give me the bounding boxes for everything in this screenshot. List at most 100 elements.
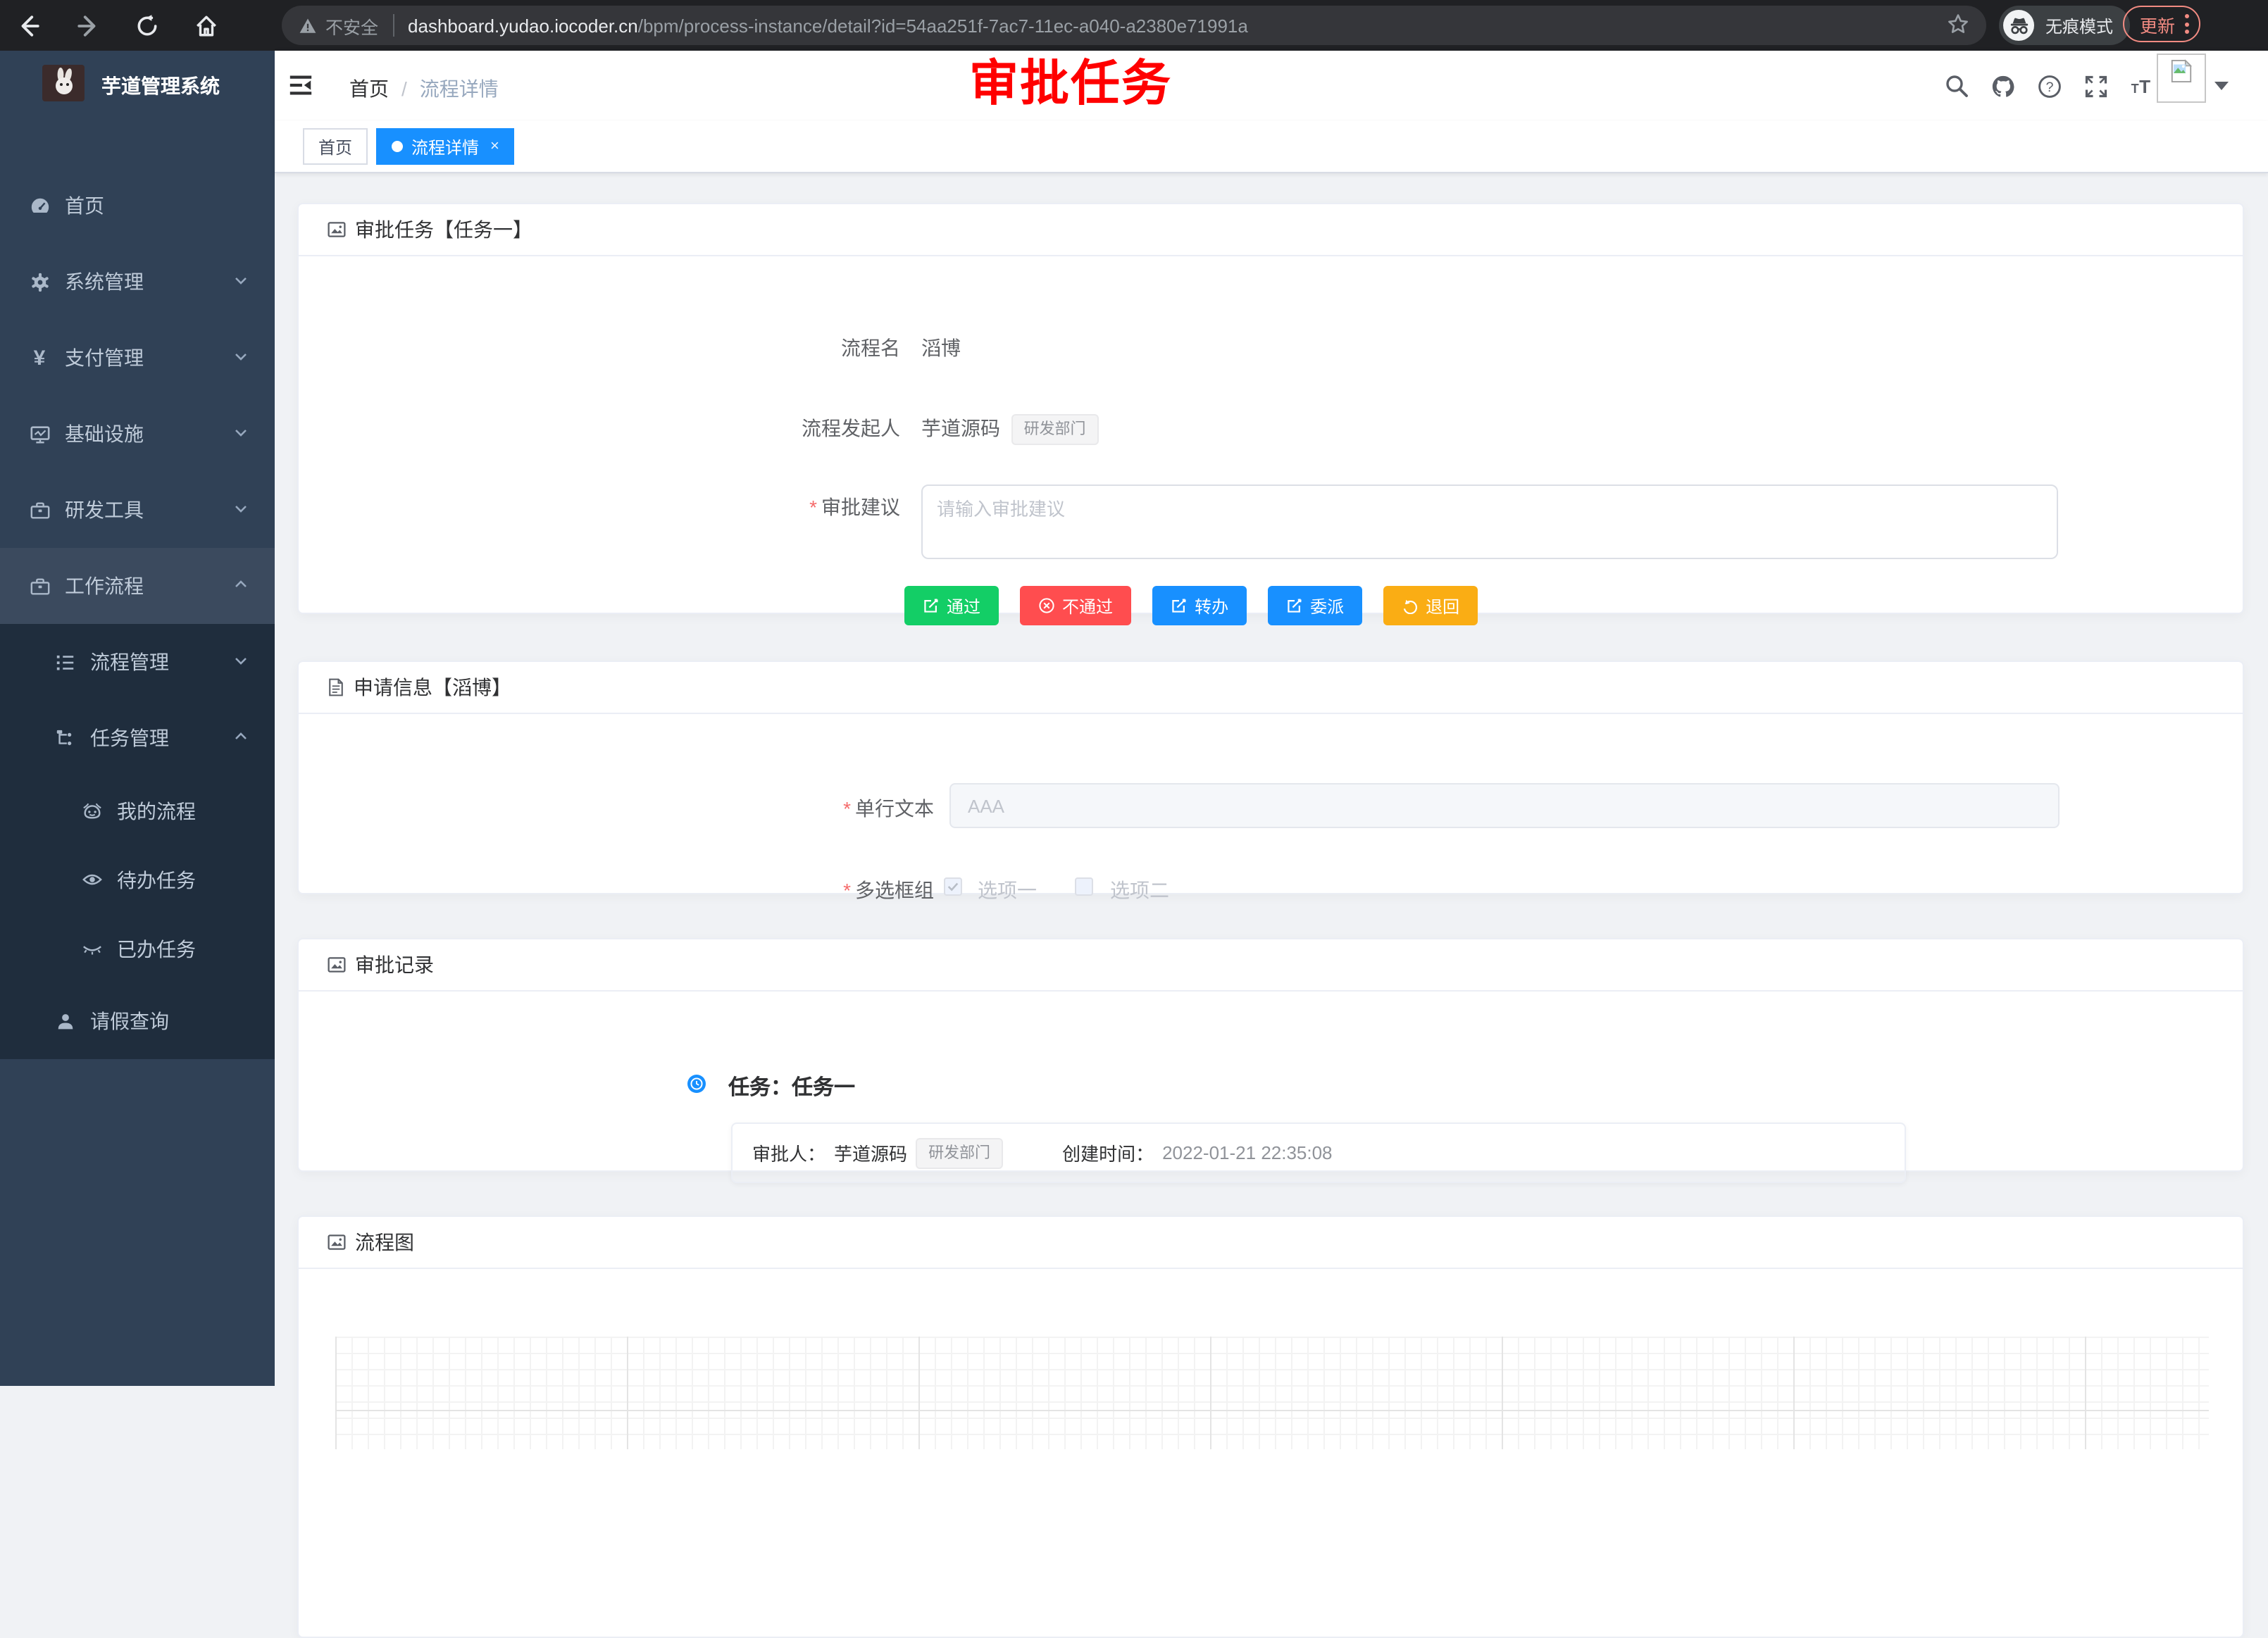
sidebar-item-label: 任务管理 — [90, 724, 169, 752]
incognito-icon — [2003, 10, 2034, 41]
app-logo-row[interactable]: 芋道管理系统 — [0, 51, 275, 121]
return-button[interactable]: 退回 — [1383, 586, 1478, 625]
sidebar-item-system[interactable]: 系统管理 — [0, 244, 275, 320]
annotation-text: 审批任务 — [969, 58, 1172, 112]
briefcase-icon — [28, 575, 51, 596]
sidebar-item-payment[interactable]: ¥ 支付管理 — [0, 320, 275, 396]
tab-close-icon[interactable]: × — [490, 138, 499, 155]
suggest-textarea[interactable] — [921, 484, 2058, 559]
chevron-down-icon — [232, 651, 249, 673]
sidebar-item-task-mgmt[interactable]: 任务管理 — [0, 700, 275, 776]
bpmn-canvas[interactable] — [335, 1337, 2209, 1449]
card-title: 申请信息【滔博】 — [354, 673, 511, 701]
approver-value: 芋道源码 — [834, 1139, 907, 1166]
approve-card-body: 流程名 滔博 流程发起人 芋道源码 研发部门 *审批建议 通过 不通过 转办 — [299, 256, 2243, 615]
screen: 不安全 dashboard.yudao.iocoder.cn/bpm/proce… — [0, 0, 2268, 1386]
approve-actions: 通过 不通过 转办 委派 退回 — [904, 586, 1478, 625]
security-label: 不安全 — [325, 12, 378, 39]
back-icon[interactable] — [17, 13, 41, 37]
breadcrumb: 首页 / 流程详情 — [349, 75, 499, 103]
reject-button[interactable]: 不通过 — [1020, 586, 1131, 625]
fullscreen-icon[interactable] — [2083, 73, 2109, 99]
card-title: 流程图 — [355, 1228, 414, 1256]
card-title: 审批任务【任务一】 — [355, 215, 532, 244]
timeline-clock-icon — [687, 1075, 706, 1093]
address-bar[interactable]: 不安全 dashboard.yudao.iocoder.cn/bpm/proce… — [282, 6, 1986, 45]
document-icon — [327, 677, 345, 697]
app-title: 芋道管理系统 — [101, 72, 220, 100]
sidebar-item-leave-query[interactable]: 请假查询 — [0, 983, 275, 1059]
browser-update-button[interactable]: 更新 — [2123, 6, 2200, 42]
forward-icon[interactable] — [76, 13, 100, 37]
reload-icon[interactable] — [135, 13, 159, 37]
svg-text:T: T — [2139, 76, 2150, 97]
font-size-icon[interactable]: TT — [2130, 73, 2155, 99]
checkbox-group-label: *多选框组 — [843, 876, 934, 904]
sidebar-item-done-tasks[interactable]: 已办任务 — [0, 914, 275, 983]
checkbox-option-2 — [1075, 877, 1093, 896]
incognito-badge: 无痕模式 — [1999, 6, 2130, 45]
breadcrumb-current: 流程详情 — [420, 75, 499, 103]
dashboard-icon — [28, 195, 51, 216]
tab-label: 流程详情 — [411, 135, 479, 158]
sidebar-item-todo-tasks[interactable]: 待办任务 — [0, 845, 275, 914]
sidebar-item-devtools[interactable]: 研发工具 — [0, 472, 275, 548]
active-tab-dot — [392, 141, 403, 152]
breadcrumb-home[interactable]: 首页 — [349, 75, 389, 103]
browser-nav-buttons — [11, 0, 218, 51]
sidebar-item-home[interactable]: 首页 — [0, 168, 275, 244]
help-icon[interactable]: ? — [2037, 73, 2062, 99]
tab-home[interactable]: 首页 — [303, 128, 368, 165]
monitor-icon — [28, 423, 51, 444]
avatar[interactable] — [2157, 54, 2206, 103]
home-icon[interactable] — [194, 13, 218, 37]
search-icon[interactable] — [1944, 73, 1969, 99]
sidebar-item-workflow[interactable]: 工作流程 — [0, 548, 275, 624]
diagram-card-header: 流程图 — [299, 1217, 2243, 1269]
apply-info-card: 申请信息【滔博】 *单行文本 *多选框组 选项一 选项二 — [297, 661, 2244, 894]
delegate-button[interactable]: 委派 — [1268, 586, 1362, 625]
single-line-text-input — [949, 783, 2060, 828]
edit-icon — [1286, 597, 1303, 614]
check-icon — [947, 880, 959, 893]
bookmark-star-icon[interactable] — [1947, 12, 1969, 39]
workflow-submenu: 流程管理 任务管理 我的流程 待办任务 已办任务 请假 — [0, 624, 275, 1059]
face-icon — [80, 800, 103, 821]
dept-tag: 研发部门 — [916, 1137, 1003, 1168]
yen-icon: ¥ — [28, 347, 51, 368]
process-name-label: 流程名 — [841, 334, 900, 362]
sidebar-item-label: 已办任务 — [117, 934, 196, 963]
tags-view-bar: 首页 流程详情 × — [275, 121, 2268, 173]
security-status[interactable]: 不安全 — [299, 12, 378, 39]
sidebar-collapse-icon[interactable] — [287, 72, 314, 106]
sidebar-item-label: 支付管理 — [65, 344, 144, 372]
browser-toolbar: 不安全 dashboard.yudao.iocoder.cn/bpm/proce… — [0, 0, 2268, 51]
dept-tag: 研发部门 — [1011, 415, 1099, 446]
gear-icon — [28, 271, 51, 292]
avatar-dropdown-caret[interactable] — [2214, 82, 2229, 90]
sidebar-item-label: 系统管理 — [65, 268, 144, 296]
process-diagram-card: 流程图 — [297, 1215, 2244, 1638]
edit-icon — [923, 597, 940, 614]
sidebar-item-label: 基础设施 — [65, 420, 144, 448]
approve-task-card: 审批任务【任务一】 流程名 滔博 流程发起人 芋道源码 研发部门 *审批建议 通… — [297, 203, 2244, 614]
picture-icon — [327, 1232, 347, 1252]
transfer-button[interactable]: 转办 — [1152, 586, 1247, 625]
sidebar-item-infra[interactable]: 基础设施 — [0, 396, 275, 472]
chevron-down-icon — [232, 499, 249, 521]
sidebar-item-my-process[interactable]: 我的流程 — [0, 776, 275, 845]
pass-button[interactable]: 通过 — [904, 586, 999, 625]
apply-card-body: *单行文本 *多选框组 选项一 选项二 — [299, 714, 2243, 896]
github-icon[interactable] — [1990, 73, 2016, 99]
checkbox-option-1-label: 选项一 — [978, 876, 1037, 904]
sidebar-item-process-mgmt[interactable]: 流程管理 — [0, 624, 275, 700]
checkbox-option-1 — [944, 877, 962, 896]
browser-menu-icon[interactable] — [2185, 14, 2189, 34]
create-time-label: 创建时间： — [1062, 1139, 1154, 1166]
tab-process-detail[interactable]: 流程详情 × — [376, 128, 515, 165]
sidebar: 芋道管理系统 首页 系统管理 ¥ 支付管理 基础设施 研发工具 — [0, 51, 275, 1386]
eye-icon — [80, 869, 103, 890]
app-logo — [42, 64, 85, 108]
required-asterisk: * — [843, 879, 851, 901]
top-navbar: 首页 / 流程详情 ? TT — [275, 51, 2268, 121]
